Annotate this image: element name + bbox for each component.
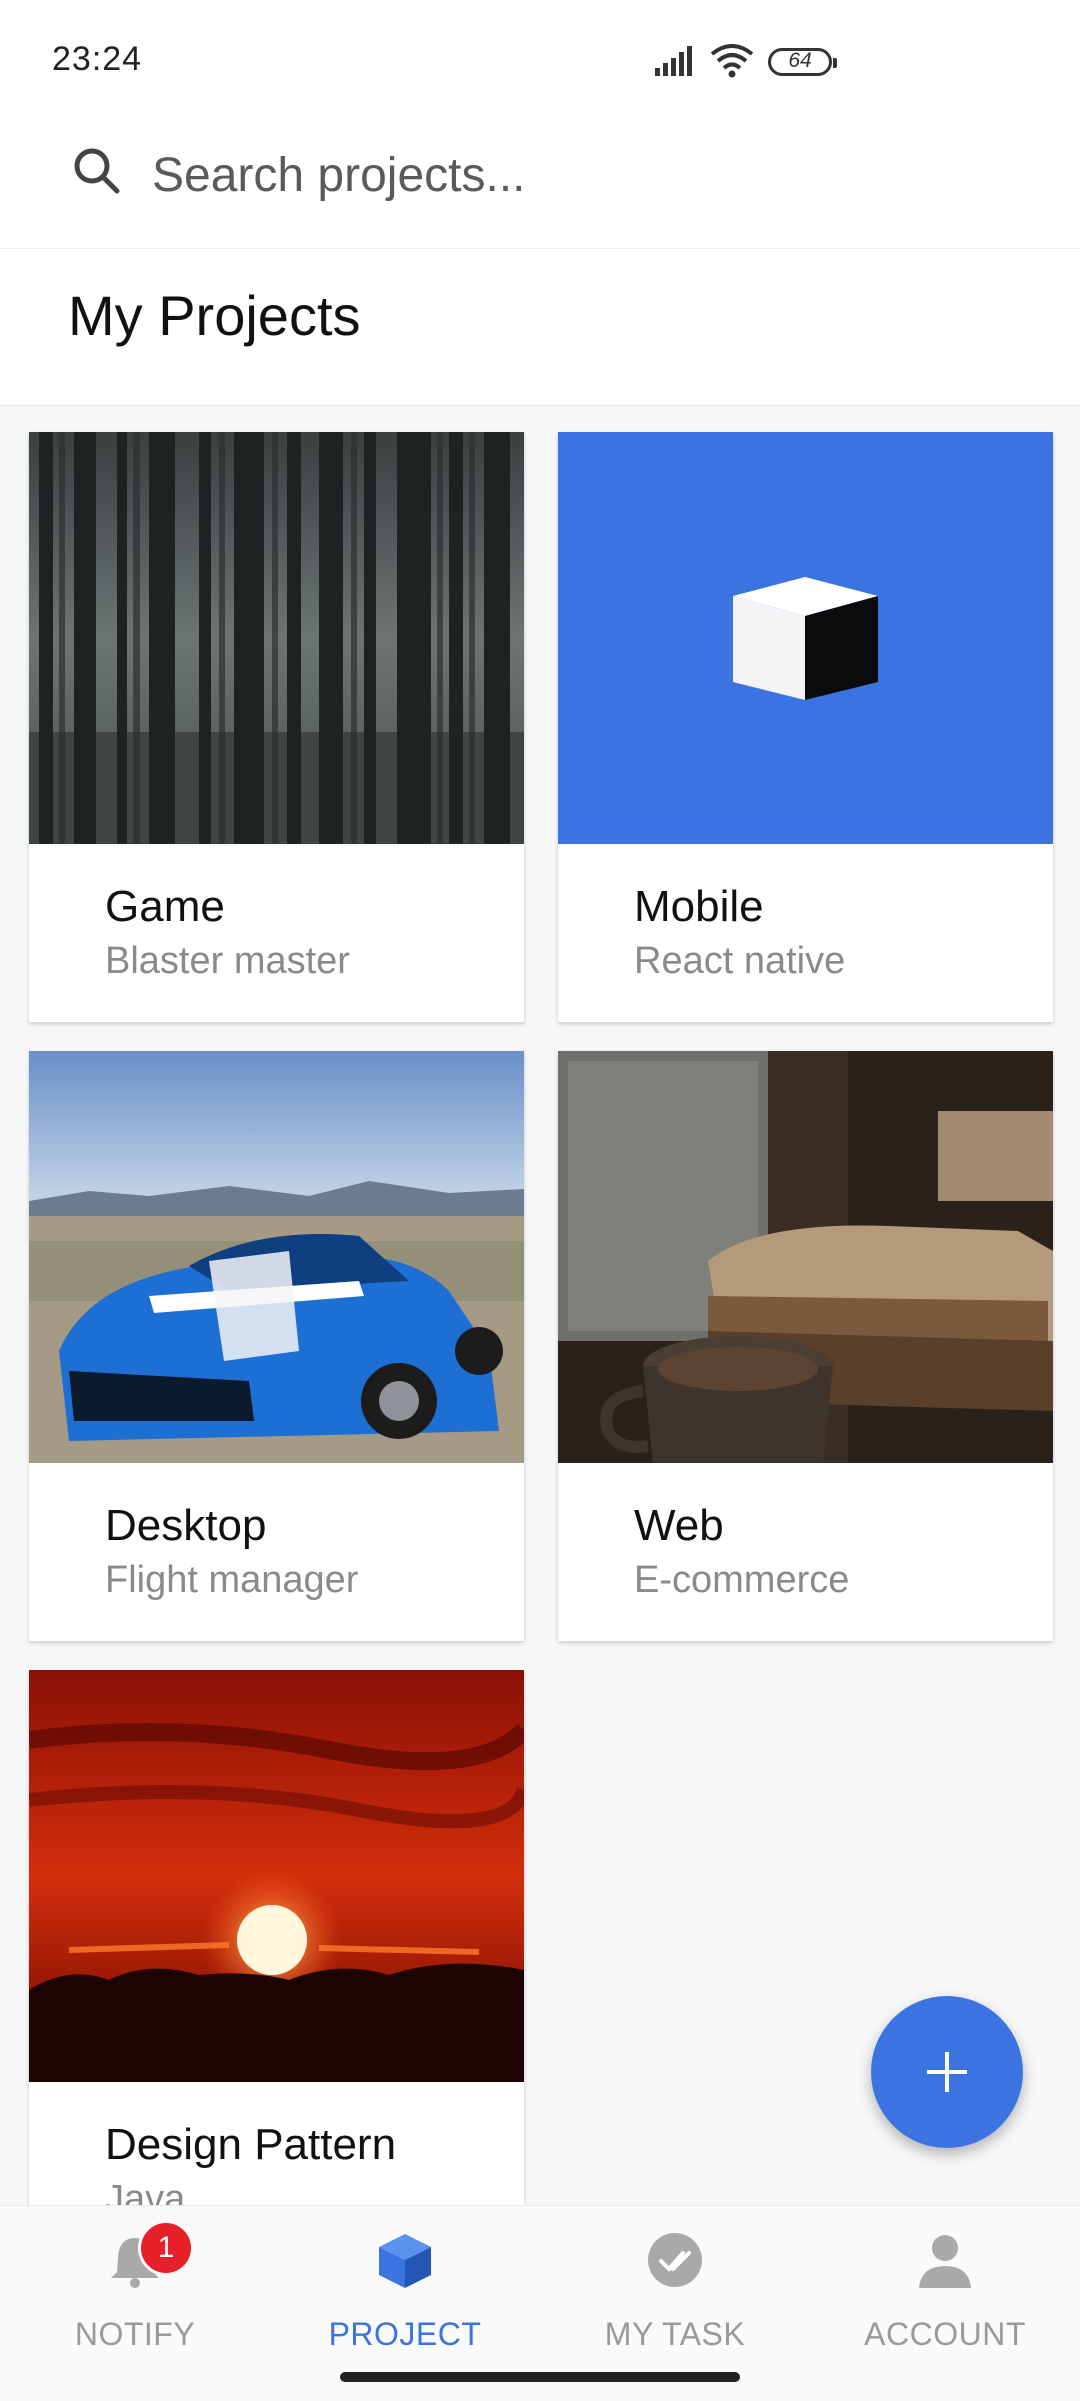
project-subtitle: Flight manager	[105, 1559, 359, 1601]
project-card-game[interactable]: Game Blaster master	[29, 432, 524, 1022]
page-header: My Projects	[0, 249, 1080, 406]
nav-item-account[interactable]: ACCOUNT	[810, 2206, 1080, 2401]
project-card-design-pattern[interactable]: Design Pattern Java	[29, 1670, 524, 2260]
person-icon	[919, 2235, 971, 2288]
project-title: Web	[634, 1501, 724, 1550]
cell-signal-icon	[655, 46, 692, 76]
wifi-icon	[710, 44, 754, 78]
nav-label: ACCOUNT	[864, 2316, 1026, 2352]
cube-logo	[558, 432, 1053, 844]
nav-item-notify[interactable]: 1 NOTIFY	[0, 2206, 270, 2401]
project-card-mobile[interactable]: Mobile React native	[558, 432, 1053, 1022]
add-project-button[interactable]	[871, 1996, 1023, 2148]
nav-label: NOTIFY	[74, 2316, 196, 2352]
search-input[interactable]	[152, 140, 1012, 210]
forest-photo	[29, 432, 524, 844]
nav-label: PROJECT	[328, 2316, 482, 2352]
notification-badge: 1	[138, 2220, 194, 2276]
nav-label: MY TASK	[604, 2316, 746, 2352]
project-title: Mobile	[634, 882, 764, 931]
blue-car-photo	[29, 1051, 524, 1463]
project-title: Desktop	[105, 1501, 267, 1550]
project-subtitle: Blaster master	[105, 940, 350, 982]
project-subtitle: E-commerce	[634, 1559, 850, 1601]
battery-icon: 64	[768, 48, 837, 76]
status-bar: 23:24 64	[0, 0, 1080, 120]
page-title: My Projects	[68, 284, 361, 347]
plus-icon	[927, 2052, 967, 2092]
project-card-desktop[interactable]: Desktop Flight manager	[29, 1051, 524, 1641]
home-indicator[interactable]	[340, 2372, 740, 2382]
project-subtitle: React native	[634, 940, 846, 982]
cube-icon	[379, 2234, 431, 2288]
project-title: Design Pattern	[105, 2120, 397, 2169]
search-icon[interactable]	[72, 146, 122, 196]
project-card-web[interactable]: Web E-commerce	[558, 1051, 1053, 1641]
double-check-icon	[648, 2233, 702, 2287]
coffee-books-photo	[558, 1051, 1053, 1463]
sunset-photo	[29, 1670, 524, 2082]
project-title: Game	[105, 882, 225, 931]
battery-level: 64	[788, 49, 812, 72]
status-time: 23:24	[52, 40, 143, 78]
